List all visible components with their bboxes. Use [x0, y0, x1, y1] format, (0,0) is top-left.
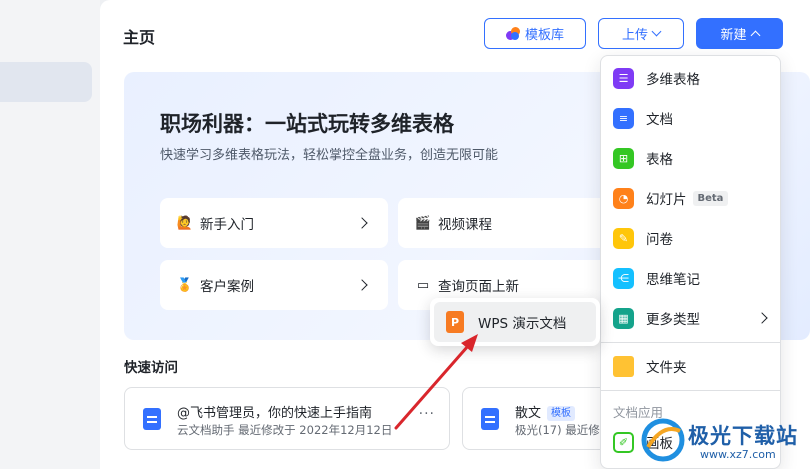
doc-icon: [481, 408, 499, 430]
new-label: 新建: [720, 28, 747, 43]
template-library-label: 模板库: [524, 28, 564, 43]
menu-item-label: 文档: [646, 112, 673, 128]
survey-icon: ✎: [613, 227, 634, 249]
item-title-text: 散文: [515, 406, 542, 421]
page-title: 主页: [123, 28, 156, 47]
card-label: 查询页面上新: [438, 279, 519, 295]
doc-icon: [143, 408, 161, 430]
sidebar: [0, 0, 100, 469]
item-title: 散文 模板: [515, 402, 576, 421]
menu-item-survey[interactable]: ✎ 问卷: [601, 218, 780, 258]
folder-icon: [613, 355, 634, 377]
doc-icon: ≡: [613, 107, 634, 129]
new-button[interactable]: 新建: [696, 18, 783, 49]
menu-item-sheet[interactable]: ⊞ 表格: [601, 138, 780, 178]
template-library-button[interactable]: 模板库: [484, 18, 586, 49]
mindnote-icon: ⋲: [613, 267, 634, 289]
chevron-right-icon: [356, 217, 368, 229]
banner-subtitle: 快速学习多维表格玩法，轻松掌控全盘业务，创造无限可能: [160, 148, 499, 163]
upload-button[interactable]: 上传: [598, 18, 684, 49]
watermark-logo-icon: [641, 418, 685, 462]
more-icon[interactable]: ···: [419, 406, 435, 422]
quick-access-title: 快速访问: [124, 360, 178, 376]
chevron-right-icon: [356, 279, 368, 291]
card-label: 视频课程: [438, 217, 492, 233]
chevron-up-icon: [750, 30, 760, 40]
menu-item-label: 问卷: [646, 232, 673, 248]
menu-divider: [601, 342, 780, 343]
card-video-course[interactable]: 🎬 视频课程: [398, 198, 626, 248]
clapperboard-icon: 🎬: [414, 215, 432, 231]
watermark-url: www.xz7.com: [700, 448, 776, 461]
menu-item-slides[interactable]: ◔ 幻灯片 Beta: [601, 178, 780, 218]
menu-item-label: 文件夹: [646, 360, 687, 376]
grid-icon: ▦: [613, 307, 634, 329]
sidebar-item-home[interactable]: [0, 62, 92, 102]
menu-item-label: 更多类型: [646, 312, 700, 328]
banner-title: 职场利器：一站式玩转多维表格: [160, 112, 454, 136]
slides-icon: ◔: [613, 187, 634, 209]
watermark: 极光下载站 www.xz7.com: [640, 414, 808, 466]
card-getting-started[interactable]: 🙋 新手入门: [160, 198, 388, 248]
presentation-file-icon: P: [446, 311, 464, 333]
item-meta: 云文档助手 最近修改于 2022年12月12日: [177, 423, 393, 437]
card-label: 新手入门: [200, 217, 254, 233]
whiteboard-icon: ✐: [613, 431, 634, 453]
menu-item-doc[interactable]: ≡ 文档: [601, 98, 780, 138]
card-label: 客户案例: [200, 279, 254, 295]
beta-badge: Beta: [692, 190, 729, 206]
chevron-right-icon: [756, 312, 768, 324]
menu-item-folder[interactable]: 文件夹: [601, 346, 780, 386]
medal-icon: 🏅: [176, 277, 194, 293]
menu-item-label: 多维表格: [646, 72, 700, 88]
menu-item-wps-presentation[interactable]: P WPS 演示文档: [434, 302, 596, 342]
wps-submenu: P WPS 演示文档: [430, 298, 600, 346]
template-badge: 模板: [547, 406, 576, 421]
card-customer-cases[interactable]: 🏅 客户案例: [160, 260, 388, 310]
bitable-icon: ☰: [613, 67, 634, 89]
menu-item-mindnote[interactable]: ⋲ 思维笔记: [601, 258, 780, 298]
menu-item-label: 思维笔记: [646, 272, 700, 288]
new-dropdown-menu: ☰ 多维表格 ≡ 文档 ⊞ 表格 ◔ 幻灯片 Beta ✎ 问卷 ⋲ 思维笔记 …: [600, 55, 781, 469]
menu-item-more-types[interactable]: ▦ 更多类型: [601, 298, 780, 338]
watermark-text: 极光下载站: [688, 424, 798, 448]
window-icon: ▭: [416, 277, 430, 293]
item-title: @飞书管理员，你的快速上手指南: [177, 406, 373, 421]
menu-item-label: 表格: [646, 152, 673, 168]
person-raising-hand-icon: 🙋: [176, 215, 194, 231]
menu-item-label: WPS 演示文档: [478, 316, 567, 332]
menu-item-bitable[interactable]: ☰ 多维表格: [601, 58, 780, 98]
upload-label: 上传: [621, 28, 648, 43]
template-icon: [505, 26, 520, 41]
sheet-icon: ⊞: [613, 147, 634, 169]
menu-item-label: 幻灯片: [646, 192, 687, 208]
menu-divider: [601, 390, 780, 391]
chevron-down-icon: [651, 26, 662, 37]
quick-access-item[interactable]: @飞书管理员，你的快速上手指南 云文档助手 最近修改于 2022年12月12日 …: [124, 387, 450, 450]
